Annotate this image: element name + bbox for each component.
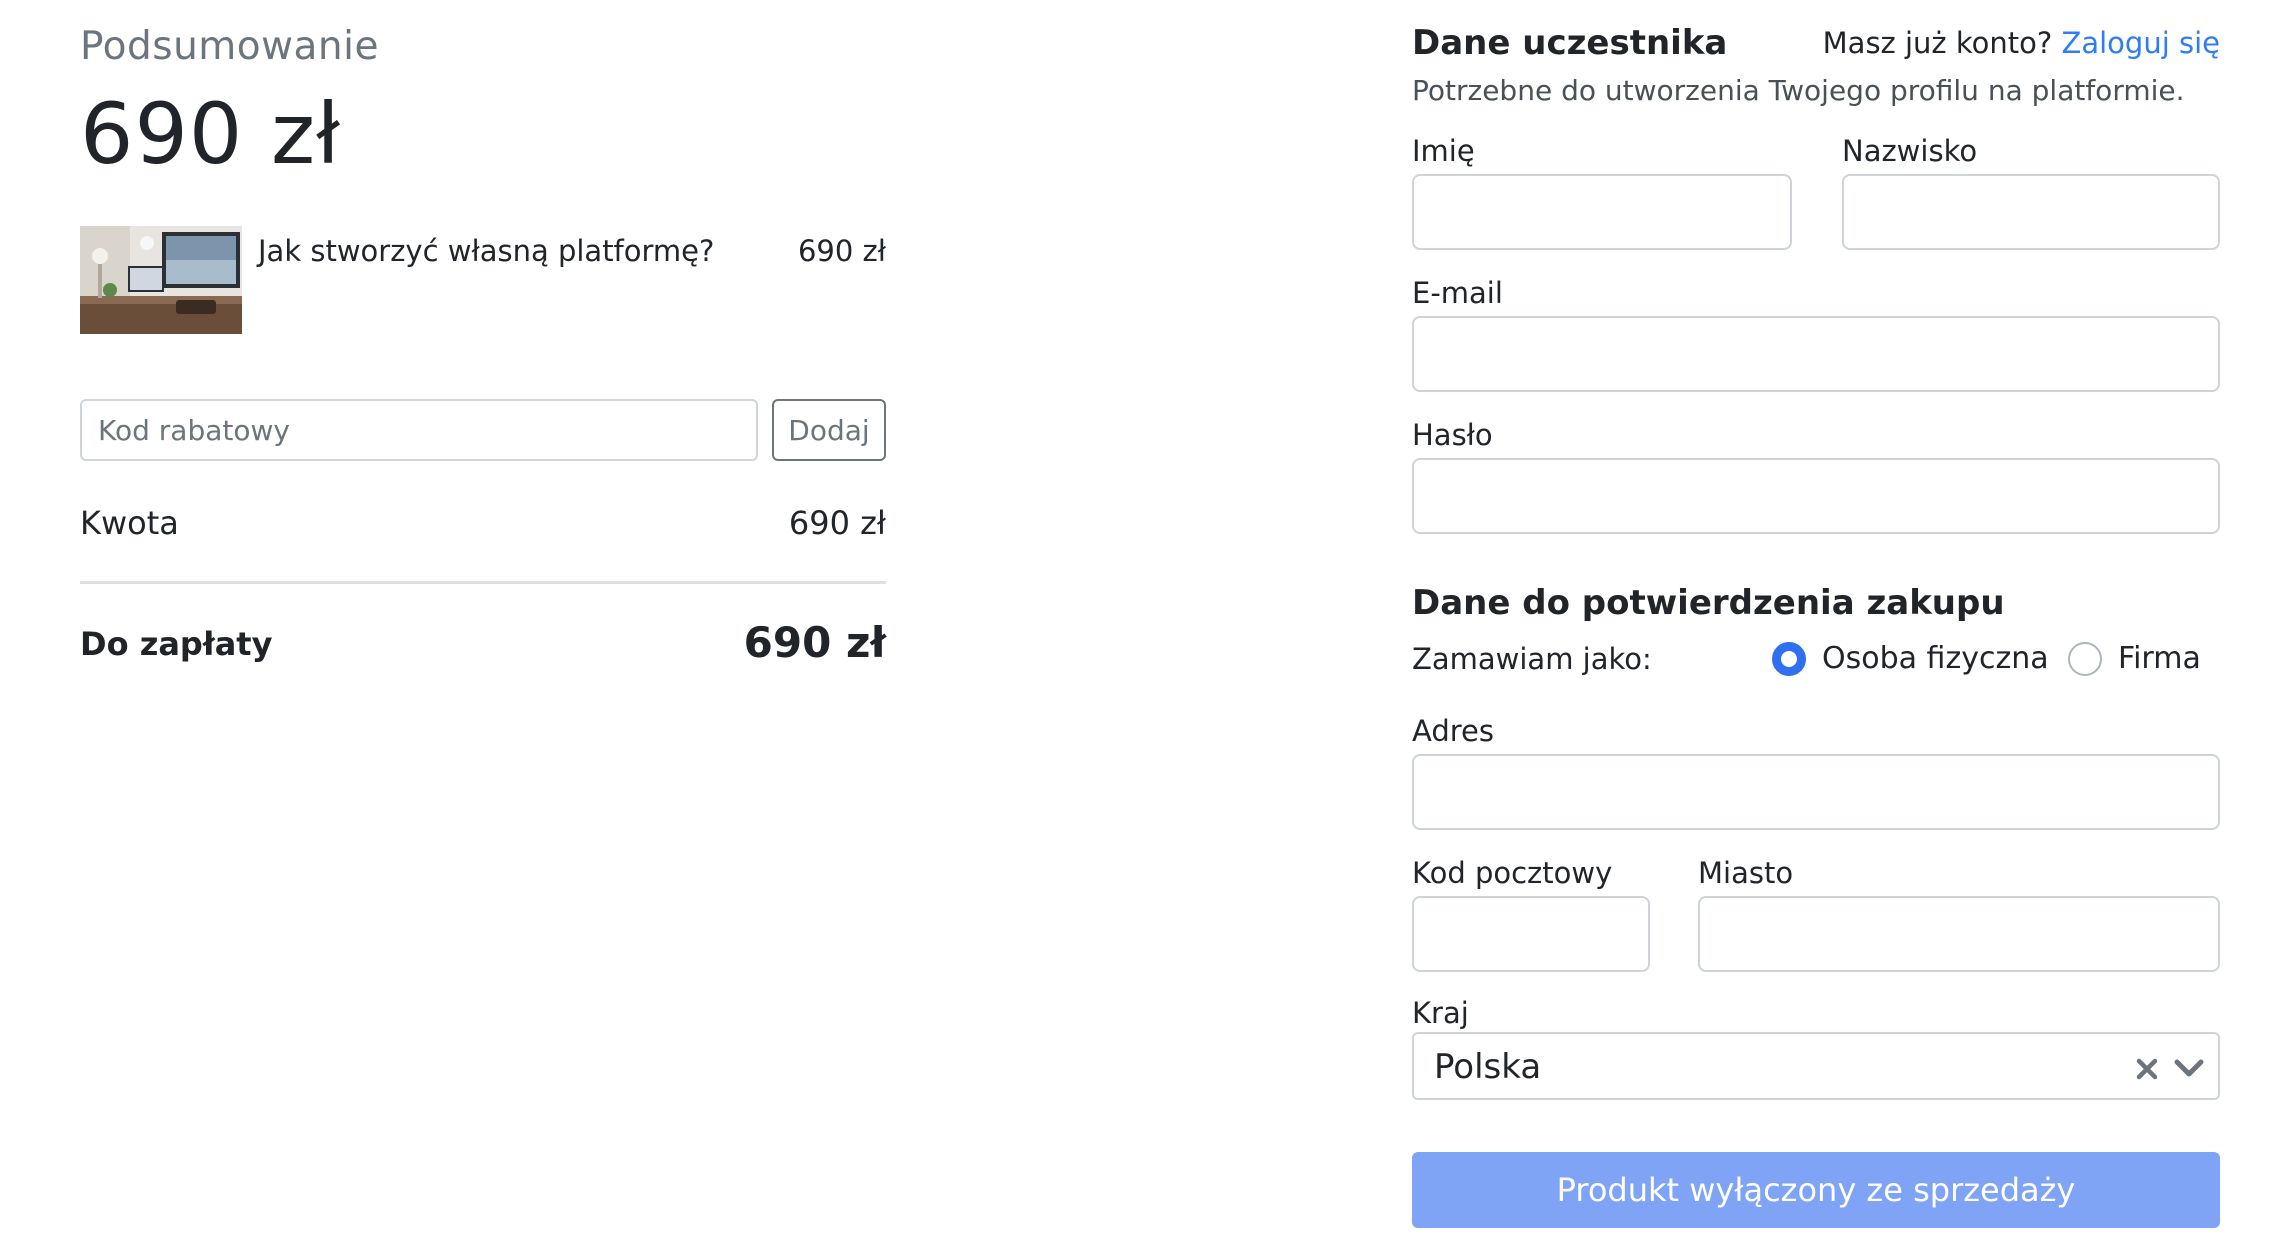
country-label: Kraj bbox=[1412, 996, 1469, 1030]
summary-total: 690 zł bbox=[80, 85, 341, 183]
product-price: 690 zł bbox=[797, 234, 886, 268]
purchase-section-title: Dane do potwierdzenia zakupu bbox=[1412, 583, 2005, 623]
summary-title: Podsumowanie bbox=[80, 24, 379, 69]
product-item: Jak stworzyć własną platformę? 690 zł bbox=[80, 226, 886, 334]
radio-person[interactable]: Osoba fizyczna bbox=[1772, 641, 2049, 677]
radio-company[interactable]: Firma bbox=[2068, 641, 2201, 677]
product-thumbnail bbox=[80, 226, 242, 334]
radio-company-indicator[interactable] bbox=[2068, 642, 2102, 676]
last-name-input[interactable] bbox=[1842, 174, 2220, 250]
password-input[interactable] bbox=[1412, 458, 2220, 534]
chevron-down-icon[interactable] bbox=[2172, 1052, 2206, 1084]
country-select[interactable]: Polska bbox=[1412, 1032, 2220, 1100]
close-icon[interactable] bbox=[2134, 1052, 2162, 1084]
summary-divider bbox=[80, 581, 886, 584]
first-name-input[interactable] bbox=[1412, 174, 1792, 250]
form-fields: Imię Nazwisko E-mail Hasło Dane do potwi… bbox=[1412, 20, 2220, 1240]
to-pay-label: Do zapłaty bbox=[80, 625, 273, 663]
apply-coupon-button[interactable]: Dodaj bbox=[772, 399, 886, 461]
address-label: Adres bbox=[1412, 714, 1494, 748]
product-name: Jak stworzyć własną platformę? bbox=[258, 234, 715, 268]
address-input[interactable] bbox=[1412, 754, 2220, 830]
order-as-label: Zamawiam jako: bbox=[1412, 642, 1652, 676]
amount-value: 690 zł bbox=[788, 504, 886, 542]
coupon-code-input[interactable] bbox=[80, 399, 758, 461]
radio-person-indicator[interactable] bbox=[1772, 642, 1806, 676]
postal-code-label: Kod pocztowy bbox=[1412, 856, 1613, 890]
first-name-label: Imię bbox=[1412, 134, 1475, 168]
order-summary: Podsumowanie 690 zł Jak stworzyć własną bbox=[80, 24, 886, 668]
country-select-value: Polska bbox=[1434, 1047, 1542, 1087]
amount-row: Kwota 690 zł bbox=[80, 501, 886, 545]
password-label: Hasło bbox=[1412, 418, 1493, 452]
city-label: Miasto bbox=[1698, 856, 1794, 890]
postal-code-input[interactable] bbox=[1412, 896, 1650, 972]
to-pay-value: 690 zł bbox=[743, 618, 886, 667]
checkout-form: Dane uczestnika Masz już konto? Zaloguj … bbox=[1412, 20, 2220, 1228]
to-pay-row: Do zapłaty 690 zł bbox=[80, 618, 886, 668]
email-input[interactable] bbox=[1412, 316, 2220, 392]
amount-label: Kwota bbox=[80, 504, 179, 542]
radio-company-label: Firma bbox=[2118, 641, 2201, 676]
email-label: E-mail bbox=[1412, 276, 1503, 310]
radio-person-label: Osoba fizyczna bbox=[1822, 641, 2049, 676]
city-input[interactable] bbox=[1698, 896, 2220, 972]
submit-button[interactable]: Produkt wyłączony ze sprzedaży bbox=[1412, 1152, 2220, 1228]
last-name-label: Nazwisko bbox=[1842, 134, 1978, 168]
coupon-row: Dodaj bbox=[80, 399, 886, 461]
